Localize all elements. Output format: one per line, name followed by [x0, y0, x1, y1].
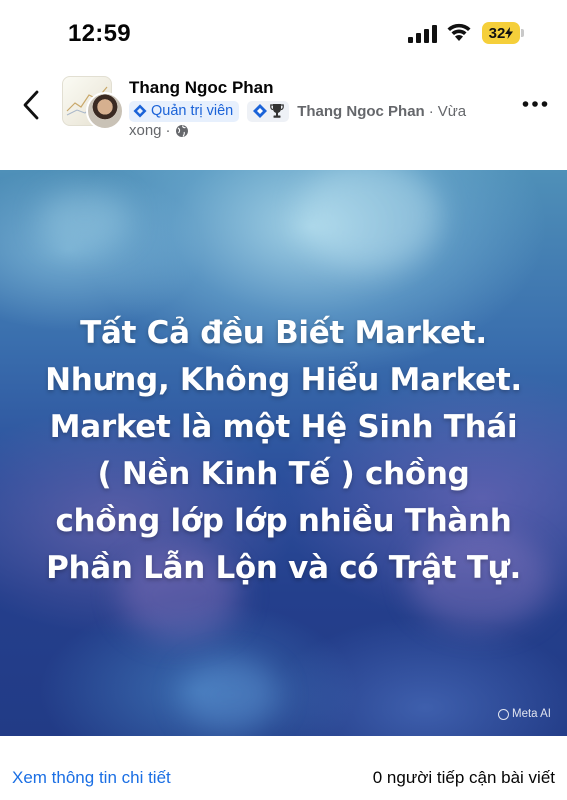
admin-diamond-icon [253, 104, 268, 118]
caption-line: ( Nền Kinh Tế ) chồng [97, 456, 470, 492]
caption-line: Market là một Hệ Sinh Thái [49, 409, 518, 445]
battery-indicator: 32 [482, 22, 520, 44]
member-badges[interactable] [247, 100, 290, 122]
meta-ai-icon [498, 708, 509, 720]
meta-ai-watermark: Meta AI [498, 708, 551, 720]
admin-badge[interactable]: Quản trị viên [129, 100, 240, 122]
separator-dot: · [428, 102, 434, 120]
status-bar: 12:59 32 [0, 0, 567, 62]
caption-line: chồng lớp lớp nhiều Thành [55, 503, 512, 539]
trophy-icon [270, 104, 285, 118]
author-meta-row: Quản trị viên Thang Ngoc Phan · Vừa [129, 100, 466, 122]
meta-ai-label: Meta AI [512, 708, 551, 720]
author-name[interactable]: Thang Ngoc Phan [129, 78, 274, 98]
signal-icon [408, 25, 437, 43]
globe-icon[interactable] [175, 124, 189, 138]
avatar[interactable] [62, 76, 124, 130]
caption-line: Phần Lẫn Lộn và có Trật Tự. [46, 550, 521, 586]
post-time-row: xong · [129, 122, 189, 139]
charging-icon [505, 27, 514, 39]
caption-line: Nhưng, Không Hiểu Market. [45, 362, 522, 398]
wifi-icon [447, 23, 471, 41]
post-reach-count: 0 người tiếp cận bài viết [372, 768, 555, 787]
caption-line: Tất Cả đều Biết Market. [80, 315, 487, 351]
author-name-repeat[interactable]: Thang Ngoc Phan [297, 103, 425, 120]
bokeh-light [180, 660, 280, 730]
user-avatar[interactable] [86, 92, 124, 130]
separator-dot: · [165, 122, 171, 139]
back-icon[interactable] [18, 88, 44, 122]
admin-diamond-icon [133, 104, 147, 118]
post-time-continued: xong [129, 122, 162, 139]
bokeh-light [300, 170, 440, 270]
admin-badge-label: Quản trị viên [151, 103, 234, 119]
post-time: Vừa [437, 102, 467, 120]
status-time: 12:59 [68, 20, 131, 47]
view-details-link[interactable]: Xem thông tin chi tiết [12, 768, 171, 788]
post-image[interactable]: Tất Cả đều Biết Market. Nhưng, Không Hiể… [0, 170, 567, 736]
image-caption: Tất Cả đều Biết Market. Nhưng, Không Hiể… [0, 310, 567, 592]
more-icon[interactable] [522, 100, 548, 108]
battery-tip [521, 29, 524, 37]
battery-level: 32 [488, 24, 506, 42]
bokeh-light [40, 190, 130, 250]
